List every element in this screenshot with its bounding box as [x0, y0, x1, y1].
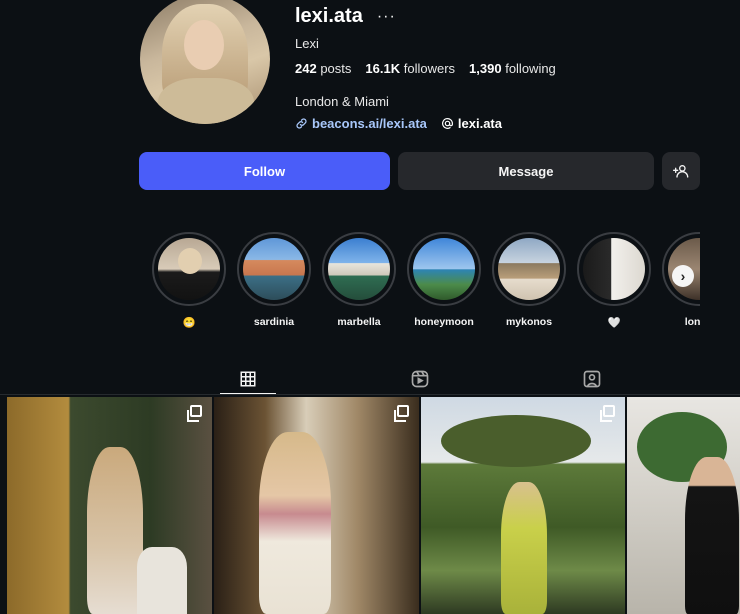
post-thumbnail[interactable] — [7, 397, 212, 614]
bio-text: London & Miami — [295, 94, 389, 109]
display-name: Lexi — [295, 36, 319, 51]
highlight-item[interactable]: sardinia — [237, 232, 311, 328]
highlight-ring — [407, 232, 481, 306]
profile-stats: 242 posts 16.1K followers 1,390 followin… — [295, 61, 556, 76]
tab-reels[interactable] — [392, 364, 448, 394]
highlight-ring — [322, 232, 396, 306]
posts-stat: 242 posts — [295, 61, 351, 76]
post-plant-pot — [137, 547, 187, 614]
link-icon — [296, 118, 307, 129]
avatar-face — [184, 20, 224, 70]
post-figure — [259, 432, 331, 614]
post-thumbnail[interactable] — [627, 397, 740, 614]
tab-tagged[interactable] — [564, 364, 620, 394]
highlight-item[interactable]: 🤍 — [577, 232, 651, 329]
tab-posts[interactable] — [220, 364, 276, 394]
reels-icon — [411, 370, 429, 388]
highlight-label: mykonos — [505, 316, 553, 328]
multi-photo-icon — [187, 405, 202, 422]
username: lexi.ata — [295, 5, 363, 27]
multi-photo-icon — [394, 405, 409, 422]
followers-label: followers — [403, 61, 456, 76]
posts-count: 242 — [295, 61, 317, 76]
highlight-label: marbella — [337, 316, 381, 328]
post-thumbnail[interactable] — [214, 397, 419, 614]
highlight-ring — [577, 232, 651, 306]
post-tree — [441, 415, 591, 467]
post-figure — [501, 482, 547, 614]
post-thumbnail[interactable] — [421, 397, 625, 614]
highlight-item[interactable]: honeymoon — [407, 232, 481, 328]
highlight-cover — [328, 238, 390, 300]
follow-button[interactable]: Follow — [139, 152, 390, 190]
highlight-label: sardinia — [253, 316, 295, 328]
add-person-icon — [673, 165, 689, 178]
post-figure — [87, 447, 143, 614]
highlight-cover — [413, 238, 475, 300]
message-button[interactable]: Message — [398, 152, 654, 190]
highlight-label: londo — [684, 316, 700, 328]
highlight-cover — [583, 238, 645, 300]
highlight-item[interactable]: mykonos — [492, 232, 566, 328]
grid-icon — [240, 371, 256, 386]
highlights-next-button[interactable]: › — [672, 265, 694, 287]
following-label: following — [505, 61, 556, 76]
posts-label: posts — [320, 61, 352, 76]
highlight-label: honeymoon — [414, 316, 474, 328]
highlight-cover — [498, 238, 560, 300]
threads-link[interactable]: lexi.ata — [441, 116, 502, 131]
followers-stat[interactable]: 16.1K followers — [365, 61, 455, 76]
highlight-ring — [237, 232, 311, 306]
highlight-item[interactable]: marbella — [322, 232, 396, 328]
profile-links: beacons.ai/lexi.ata lexi.ata — [295, 116, 502, 131]
tabs-divider — [0, 394, 740, 395]
external-link-text: beacons.ai/lexi.ata — [312, 116, 427, 131]
highlight-label: 😁 — [182, 317, 196, 329]
highlight-label: 🤍 — [607, 317, 621, 329]
multi-photo-icon — [600, 405, 615, 422]
highlight-cover — [243, 238, 305, 300]
threads-icon — [441, 118, 453, 129]
following-stat[interactable]: 1,390 following — [469, 61, 556, 76]
highlight-cover — [158, 238, 220, 300]
highlight-figure — [178, 248, 202, 274]
profile-avatar[interactable] — [140, 0, 270, 124]
more-options-icon[interactable]: ··· — [377, 8, 396, 26]
external-link[interactable]: beacons.ai/lexi.ata — [295, 116, 427, 131]
story-highlights: 😁 sardinia marbella honeymoon mykonos 🤍 … — [152, 232, 700, 342]
username-row: lexi.ata ··· — [295, 5, 396, 28]
suggested-accounts-button[interactable] — [662, 152, 700, 190]
highlight-item[interactable]: 😁 — [152, 232, 226, 329]
threads-handle: lexi.ata — [457, 116, 502, 131]
post-figure — [685, 457, 739, 614]
following-count: 1,390 — [469, 61, 502, 76]
highlight-ring — [492, 232, 566, 306]
tagged-icon — [583, 370, 601, 388]
avatar-top — [158, 78, 254, 124]
followers-count: 16.1K — [365, 61, 401, 76]
highlight-ring — [152, 232, 226, 306]
